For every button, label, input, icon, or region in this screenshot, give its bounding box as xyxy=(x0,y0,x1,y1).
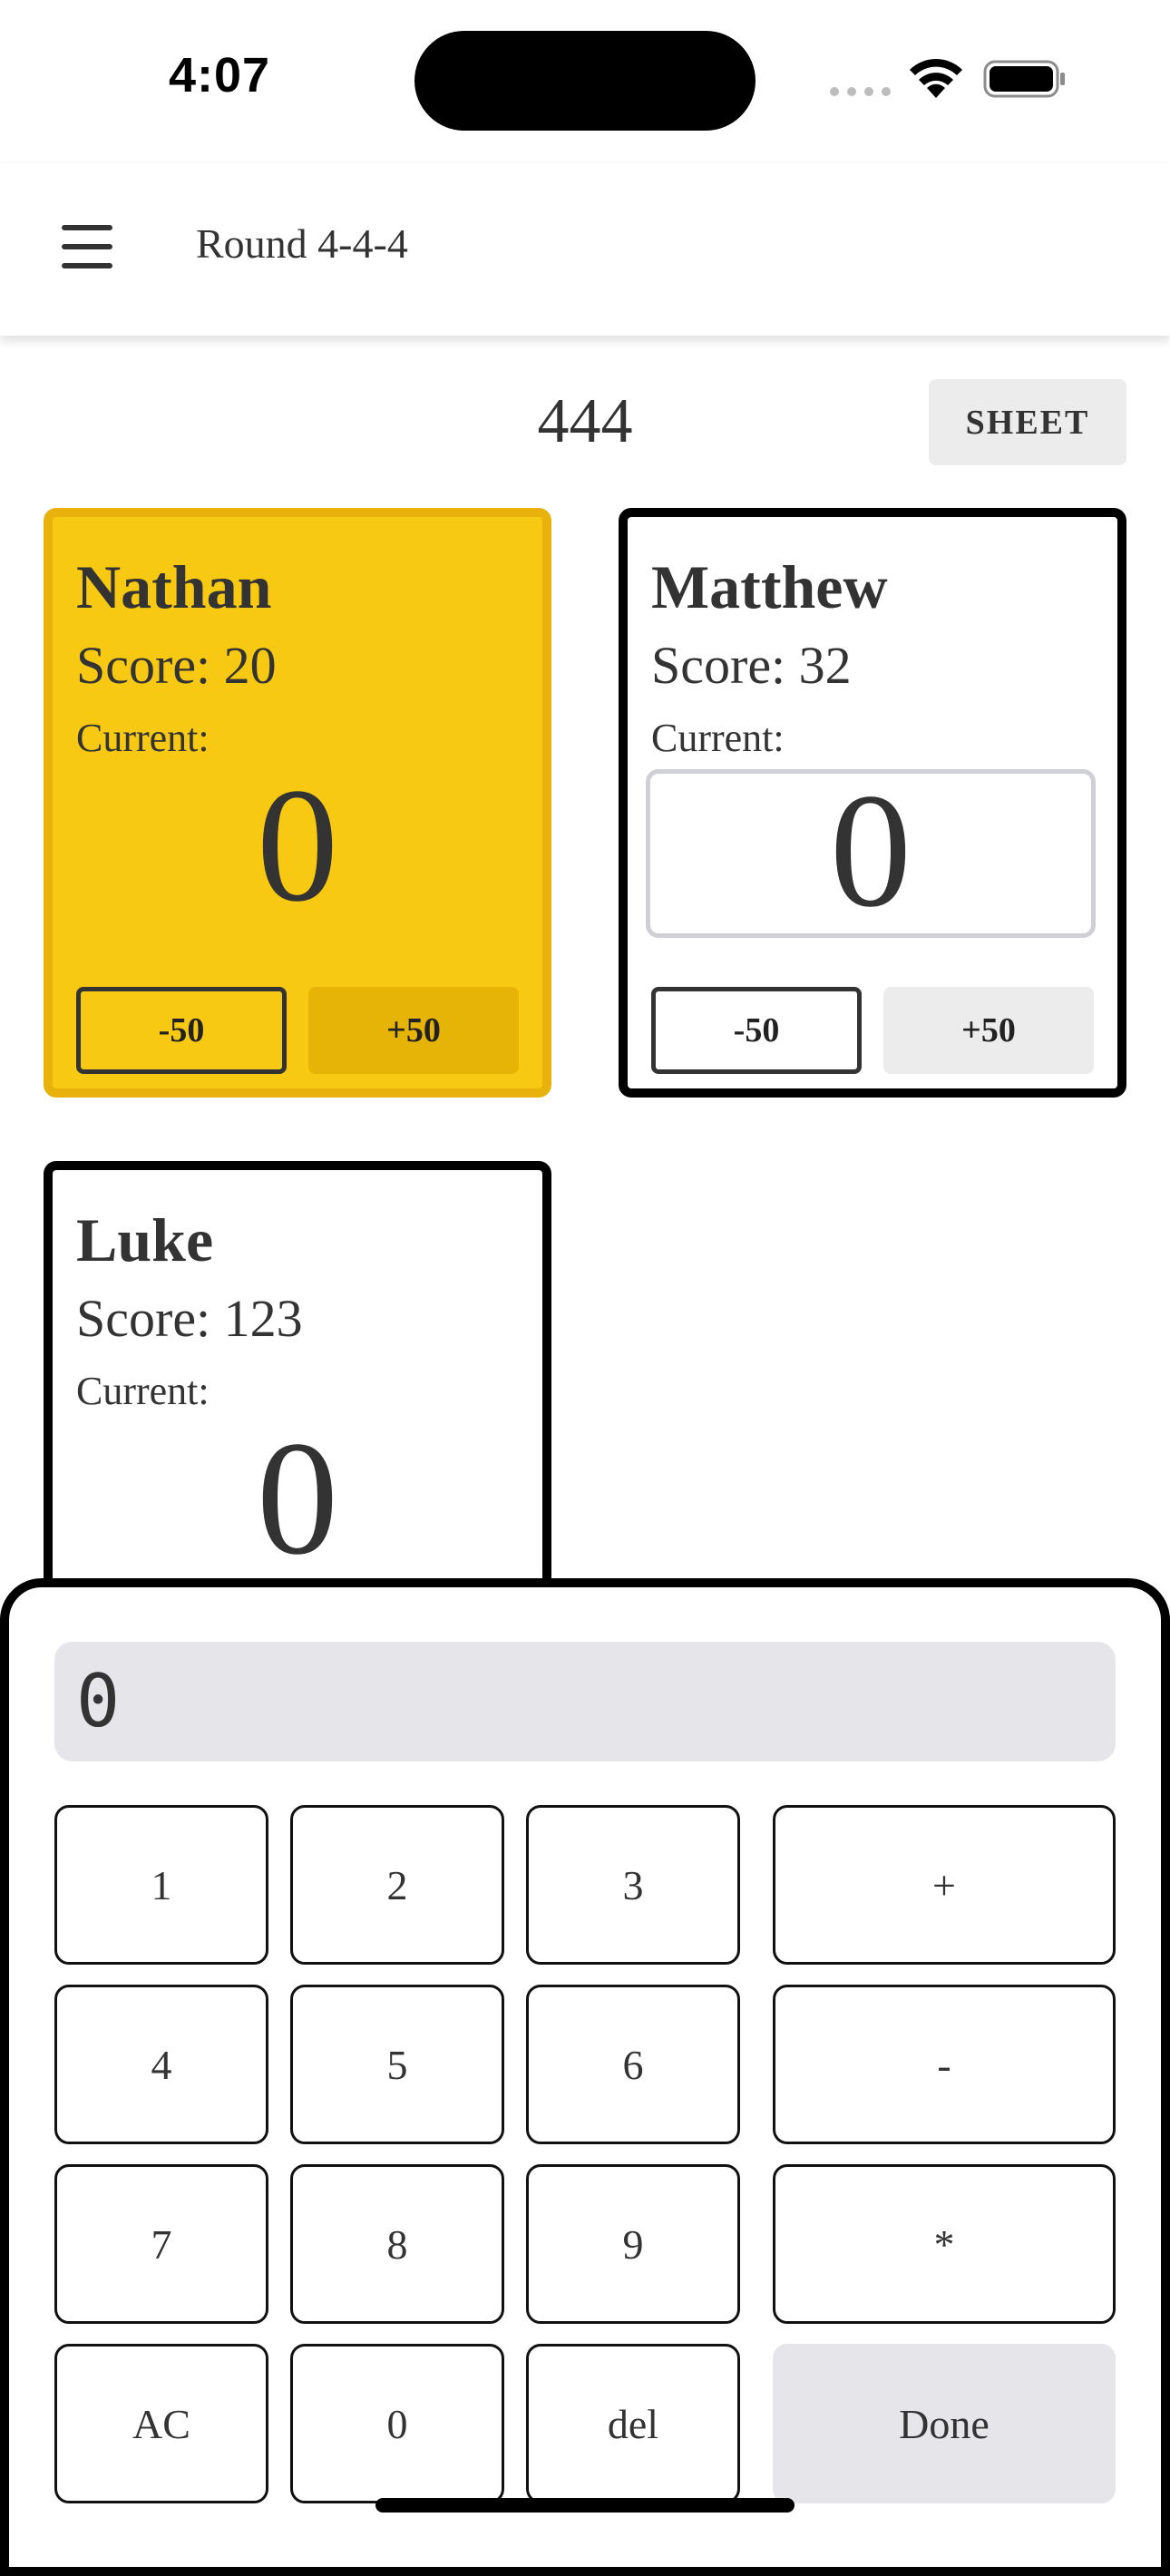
minus-50-button[interactable]: -50 xyxy=(651,987,862,1074)
player-score: Score: 123 xyxy=(76,1289,303,1348)
key-plus[interactable]: + xyxy=(773,1805,1116,1965)
key-delete[interactable]: del xyxy=(526,2344,740,2503)
player-card[interactable]: Nathan Score: 20 Current: 0 -50 +50 xyxy=(44,508,551,1098)
player-name: Matthew xyxy=(651,552,888,621)
done-button[interactable]: Done xyxy=(773,2344,1116,2503)
key-9[interactable]: 9 xyxy=(526,2164,740,2324)
key-1[interactable]: 1 xyxy=(54,1805,268,1965)
key-multiply[interactable]: * xyxy=(773,2164,1116,2324)
sheet-button[interactable]: SHEET xyxy=(929,379,1126,465)
current-value-input[interactable]: 0 xyxy=(646,769,1096,938)
key-8[interactable]: 8 xyxy=(290,2164,504,2324)
key-0[interactable]: 0 xyxy=(290,2344,504,2503)
key-3[interactable]: 3 xyxy=(526,1805,740,1965)
key-6[interactable]: 6 xyxy=(526,1985,740,2144)
status-time: 4:07 xyxy=(169,48,271,102)
page-title: Round 4-4-4 xyxy=(196,220,408,267)
minus-50-button[interactable]: -50 xyxy=(76,987,287,1074)
keypad-display: 0 xyxy=(54,1642,1116,1761)
player-name: Luke xyxy=(76,1205,214,1274)
player-card[interactable]: Matthew Score: 32 Current: 0 -50 +50 xyxy=(619,508,1126,1098)
key-7[interactable]: 7 xyxy=(54,2164,268,2324)
home-indicator[interactable] xyxy=(375,2498,795,2513)
app-header: Round 4-4-4 xyxy=(0,163,1170,336)
status-bar: 4:07 xyxy=(0,0,1170,163)
keypad-sheet: 0 1 2 3 + 4 5 6 - 7 8 9 * AC 0 del Done xyxy=(0,1578,1170,2576)
wifi-icon xyxy=(910,58,962,98)
plus-50-button[interactable]: +50 xyxy=(883,987,1094,1074)
player-score: Score: 32 xyxy=(651,636,852,695)
key-minus[interactable]: - xyxy=(773,1985,1116,2144)
key-2[interactable]: 2 xyxy=(290,1805,504,1965)
key-all-clear[interactable]: AC xyxy=(54,2344,268,2503)
current-label: Current: xyxy=(651,716,785,760)
player-name: Nathan xyxy=(76,552,272,621)
plus-50-button[interactable]: +50 xyxy=(308,987,519,1074)
battery-icon xyxy=(983,60,1065,98)
hamburger-menu-icon[interactable] xyxy=(62,225,112,268)
current-value[interactable]: 0 xyxy=(53,755,542,936)
signal-icon xyxy=(830,87,891,96)
dynamic-island xyxy=(414,31,756,131)
key-4[interactable]: 4 xyxy=(54,1985,268,2144)
current-value[interactable]: 0 xyxy=(53,1408,542,1589)
key-5[interactable]: 5 xyxy=(290,1985,504,2144)
player-score: Score: 20 xyxy=(76,636,277,695)
